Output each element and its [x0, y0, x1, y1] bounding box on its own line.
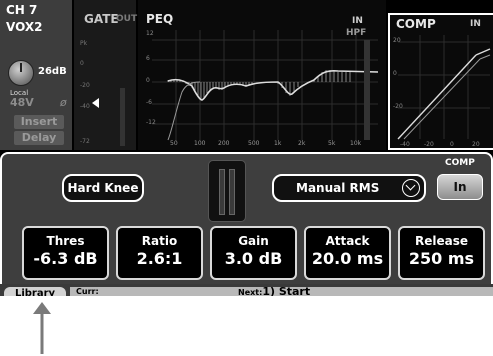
gain-label: Gain [238, 234, 269, 248]
ratio-label: Ratio [141, 234, 178, 248]
gate-tick: Pk [80, 40, 88, 47]
gain-knob-icon[interactable] [8, 60, 34, 86]
comp-x-tick: 0 [450, 141, 454, 148]
gate-title: GATE [84, 12, 119, 26]
release-value: 250 ms [408, 249, 475, 268]
phantom-power-label[interactable]: 48V [10, 96, 34, 109]
comp-status: IN [470, 19, 481, 29]
peq-freq-tick: 5k [328, 140, 336, 147]
release-control[interactable]: Release 250 ms [398, 226, 485, 280]
peq-y-tick: -12 [146, 119, 156, 126]
detect-mode-dropdown[interactable]: Manual RMS [272, 174, 426, 202]
next-scene-value: 1) Start [262, 285, 311, 296]
comp-section[interactable]: COMP IN 20 0 -20 -40 -20 0 20 [388, 13, 493, 150]
threshold-value: -6.3 dB [33, 249, 98, 268]
comp-graph [397, 35, 491, 140]
peq-y-tick: -6 [146, 99, 152, 106]
attack-label: Attack [325, 234, 370, 248]
gate-status: OUT [116, 14, 138, 24]
insert-button[interactable]: Insert [14, 115, 64, 129]
peq-y-tick: 0 [146, 77, 150, 84]
comp-y-tick: 0 [393, 70, 397, 77]
threshold-arrow-icon[interactable] [92, 98, 99, 108]
comp-y-tick: 20 [393, 37, 401, 44]
up-arrow-icon [33, 302, 51, 354]
gain-value: 26dB [38, 66, 67, 77]
ratio-value: 2.6:1 [136, 249, 183, 268]
current-scene-label: Curr: [76, 287, 99, 296]
gate-tick: -20 [80, 82, 90, 89]
gate-tick: -72 [80, 138, 90, 145]
channel-strip[interactable]: CH 7 VOX2 26dB Local 48V ø Insert Delay [0, 0, 72, 150]
gr-meter-bar [219, 169, 225, 215]
peq-status: IN [352, 16, 363, 26]
peq-title: PEQ [146, 12, 174, 26]
ratio-control[interactable]: Ratio 2.6:1 [116, 226, 203, 280]
comp-x-tick: -20 [424, 141, 434, 148]
attack-control[interactable]: Attack 20.0 ms [304, 226, 391, 280]
mixer-screen: CH 7 VOX2 26dB Local 48V ø Insert Delay … [0, 0, 493, 296]
threshold-control[interactable]: Thres -6.3 dB [22, 226, 109, 280]
detect-mode-label: Manual RMS [296, 181, 380, 195]
peq-y-tick: 6 [146, 55, 150, 62]
peq-freq-tick: 100 [194, 140, 206, 147]
gate-tick: 0 [80, 60, 84, 67]
attack-value: 20.0 ms [311, 249, 384, 268]
delay-button[interactable]: Delay [14, 131, 64, 145]
comp-x-tick: 20 [472, 141, 480, 148]
comp-x-tick: -40 [400, 141, 410, 148]
peq-freq-tick: 200 [218, 140, 230, 147]
knee-button[interactable]: Hard Knee [62, 174, 144, 202]
comp-title: COMP [396, 17, 436, 31]
gate-meter [120, 88, 125, 146]
peq-freq-tick: 1k [274, 140, 282, 147]
release-label: Release [414, 234, 468, 248]
peq-freq-tick: 500 [248, 140, 260, 147]
gate-section[interactable]: GATE OUT Pk 0 -20 -40 -72 [74, 0, 138, 150]
gain-value: 3.0 dB [224, 249, 283, 268]
hpf-label: HPF [346, 28, 367, 38]
comp-enable-label: COMP [445, 158, 475, 168]
threshold-label: Thres [46, 234, 85, 248]
peq-y-tick: 12 [146, 30, 154, 37]
peq-freq-tick: 50 [170, 140, 178, 147]
gr-meter-bar [229, 169, 235, 215]
phase-icon[interactable]: ø [60, 96, 67, 109]
gain-reduction-meter [208, 160, 246, 222]
peq-freq-tick: 10k [350, 140, 362, 147]
next-scene[interactable]: Next:1) Start [238, 285, 310, 296]
gain-control[interactable]: Gain 3.0 dB [210, 226, 297, 280]
peq-freq-tick: 2k [298, 140, 306, 147]
chevron-down-icon[interactable] [402, 179, 420, 197]
library-tab[interactable]: Library [4, 287, 66, 296]
channel-number: CH 7 [6, 3, 38, 17]
channel-name: VOX2 [6, 20, 43, 34]
peq-section[interactable]: PEQ IN HPF 12 6 0 -6 -12 50 100 200 500 … [138, 0, 386, 150]
comp-in-button[interactable]: In [437, 174, 483, 200]
gate-tick: -40 [80, 103, 90, 110]
comp-y-tick: -20 [393, 103, 403, 110]
peq-graph [152, 30, 379, 141]
next-scene-label: Next: [238, 288, 263, 296]
